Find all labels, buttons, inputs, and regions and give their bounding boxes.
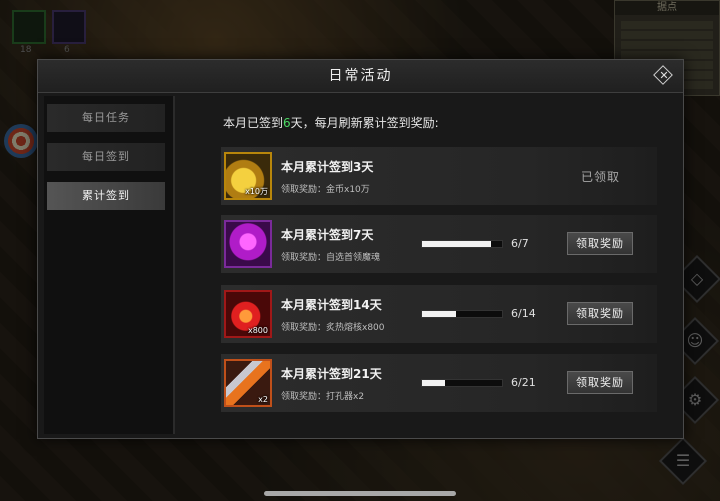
progress-text: 6/21 bbox=[511, 376, 536, 389]
reward-row: x800 本月累计签到14天 领取奖励：炙热熔核x800 6/14 领取奖励 bbox=[221, 285, 657, 343]
reward-title: 本月累计签到14天 bbox=[281, 298, 382, 312]
checkin-days: 6 bbox=[283, 116, 291, 130]
gold-coins-icon: x10万 bbox=[224, 152, 272, 200]
nav-item-daily-tasks[interactable]: 每日任务 bbox=[47, 104, 165, 132]
dialog-title: 日常活动 bbox=[328, 68, 393, 84]
progress-text: 6/14 bbox=[511, 307, 536, 320]
home-indicator[interactable] bbox=[264, 491, 456, 496]
reward-row: x10万 本月累计签到3天 领取奖励：金币x10万 已领取 bbox=[221, 147, 657, 205]
reward-title: 本月累计签到3天 bbox=[281, 160, 374, 174]
progress-text: 6/7 bbox=[511, 237, 529, 250]
reward-text: 领取奖励：自选首领魔魂 bbox=[281, 253, 381, 263]
progress-bar bbox=[421, 310, 503, 318]
reward-quantity: x2 bbox=[258, 395, 268, 404]
progress-fill bbox=[422, 311, 457, 317]
reward-row: 本月累计签到7天 领取奖励：自选首领魔魂 6/7 领取奖励 bbox=[221, 215, 657, 273]
reward-title: 本月累计签到7天 bbox=[281, 228, 374, 242]
reward-text: 领取奖励：炙热熔核x800 bbox=[281, 323, 385, 333]
fire-core-icon: x800 bbox=[224, 290, 272, 338]
dialog-header: 日常活动 ✕ bbox=[38, 60, 683, 93]
close-button[interactable]: ✕ bbox=[653, 65, 675, 87]
close-icon: ✕ bbox=[659, 69, 669, 82]
claim-reward-button[interactable]: 领取奖励 bbox=[567, 371, 633, 394]
progress-bar bbox=[421, 379, 503, 387]
reward-text: 领取奖励：金币x10万 bbox=[281, 185, 370, 195]
progress-fill bbox=[422, 380, 445, 386]
progress-fill bbox=[422, 241, 491, 247]
claimed-status: 已领取 bbox=[581, 170, 621, 184]
summary-prefix: 本月已签到 bbox=[223, 116, 284, 130]
reward-text: 领取奖励：打孔器x2 bbox=[281, 392, 365, 402]
nav-divider bbox=[173, 96, 175, 434]
side-nav: 每日任务 每日签到 累计签到 bbox=[44, 96, 173, 434]
reward-quantity: x800 bbox=[247, 326, 268, 335]
summary-suffix: 天，每月刷新累计签到奖励: bbox=[290, 116, 439, 130]
punch-tool-icon: x2 bbox=[224, 359, 272, 407]
claim-reward-button[interactable]: 领取奖励 bbox=[567, 302, 633, 325]
reward-row: x2 本月累计签到21天 领取奖励：打孔器x2 6/21 领取奖励 bbox=[221, 354, 657, 412]
nav-item-daily-checkin[interactable]: 每日签到 bbox=[47, 143, 165, 171]
reward-title: 本月累计签到21天 bbox=[281, 367, 382, 381]
daily-activity-dialog: 日常活动 ✕ 每日任务 每日签到 累计签到 本月已签到6天，每月刷新累计签到奖励… bbox=[37, 59, 684, 439]
boss-soul-icon bbox=[224, 220, 272, 268]
reward-quantity: x10万 bbox=[245, 187, 268, 196]
progress-bar bbox=[421, 240, 503, 248]
checkin-summary: 本月已签到6天，每月刷新累计签到奖励: bbox=[223, 114, 439, 131]
claim-reward-button[interactable]: 领取奖励 bbox=[567, 232, 633, 255]
nav-item-cumulative-checkin[interactable]: 累计签到 bbox=[47, 182, 165, 210]
